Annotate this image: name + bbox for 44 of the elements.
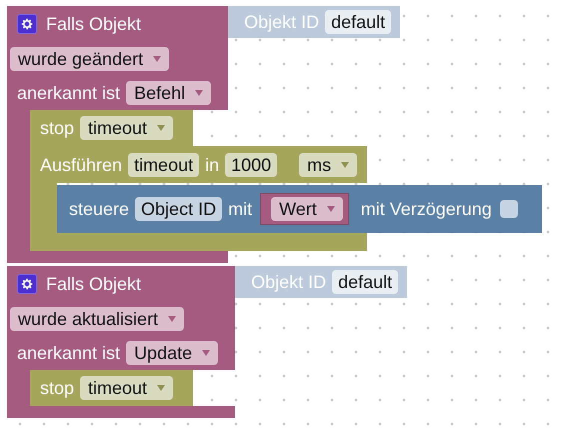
block-label: anerkannt ist (17, 82, 120, 104)
text-field[interactable]: timeout (128, 153, 200, 177)
dropdown[interactable]: wurde aktualisiert (10, 307, 184, 331)
block-label: Objekt ID (251, 272, 326, 292)
caret-icon (153, 56, 162, 62)
block-label: in (205, 154, 220, 176)
dropdown[interactable]: timeout (80, 116, 174, 140)
control-block[interactable]: steuere Object ID mit Wert mit Verzögerung (57, 185, 542, 233)
block-title: Falls Objekt (46, 274, 142, 294)
dropdown[interactable]: wurde geändert (10, 47, 170, 71)
dropdown[interactable]: Update (126, 341, 218, 365)
dropdown[interactable]: Befehl (126, 81, 212, 105)
object-id-block[interactable]: Objekt ID default (235, 266, 408, 298)
dropdown[interactable]: ms (299, 153, 358, 177)
caret-icon (326, 206, 335, 212)
settings-icon[interactable] (17, 14, 37, 34)
caret-icon (157, 385, 166, 391)
block-label: steuere (69, 198, 130, 220)
caret-icon (202, 350, 210, 356)
caret-icon (157, 125, 166, 131)
timeout-block-header[interactable]: Ausführen timeout in 1000 ms (30, 146, 368, 183)
object-field[interactable]: Object ID (135, 197, 222, 221)
block-label: stop (40, 378, 74, 398)
text-field[interactable]: default (332, 270, 398, 294)
dropdown[interactable]: Wert (271, 197, 343, 221)
stop-block[interactable]: stop timeout (30, 370, 194, 406)
text-field[interactable]: default (325, 10, 392, 34)
number-field[interactable]: 1000 (225, 153, 278, 177)
block-title: Falls Objekt (46, 14, 142, 34)
stop-block[interactable]: stop timeout (30, 110, 194, 146)
dropdown[interactable]: timeout (80, 376, 174, 400)
block-label: mit (228, 198, 252, 220)
object-id-block[interactable]: Objekt ID default (228, 6, 400, 38)
caret-icon (195, 90, 204, 96)
block-label: anerkannt ist (17, 342, 120, 364)
caret-icon (168, 316, 176, 322)
block-label: mit Verzögerung (360, 198, 492, 220)
block-label: stop (40, 118, 74, 138)
caret-icon (341, 162, 350, 168)
settings-icon[interactable] (17, 274, 37, 294)
block-label: Ausführen (40, 154, 122, 176)
block-label: Objekt ID (244, 12, 320, 32)
value-block[interactable]: Wert (260, 193, 349, 225)
checkbox[interactable] (500, 200, 518, 218)
